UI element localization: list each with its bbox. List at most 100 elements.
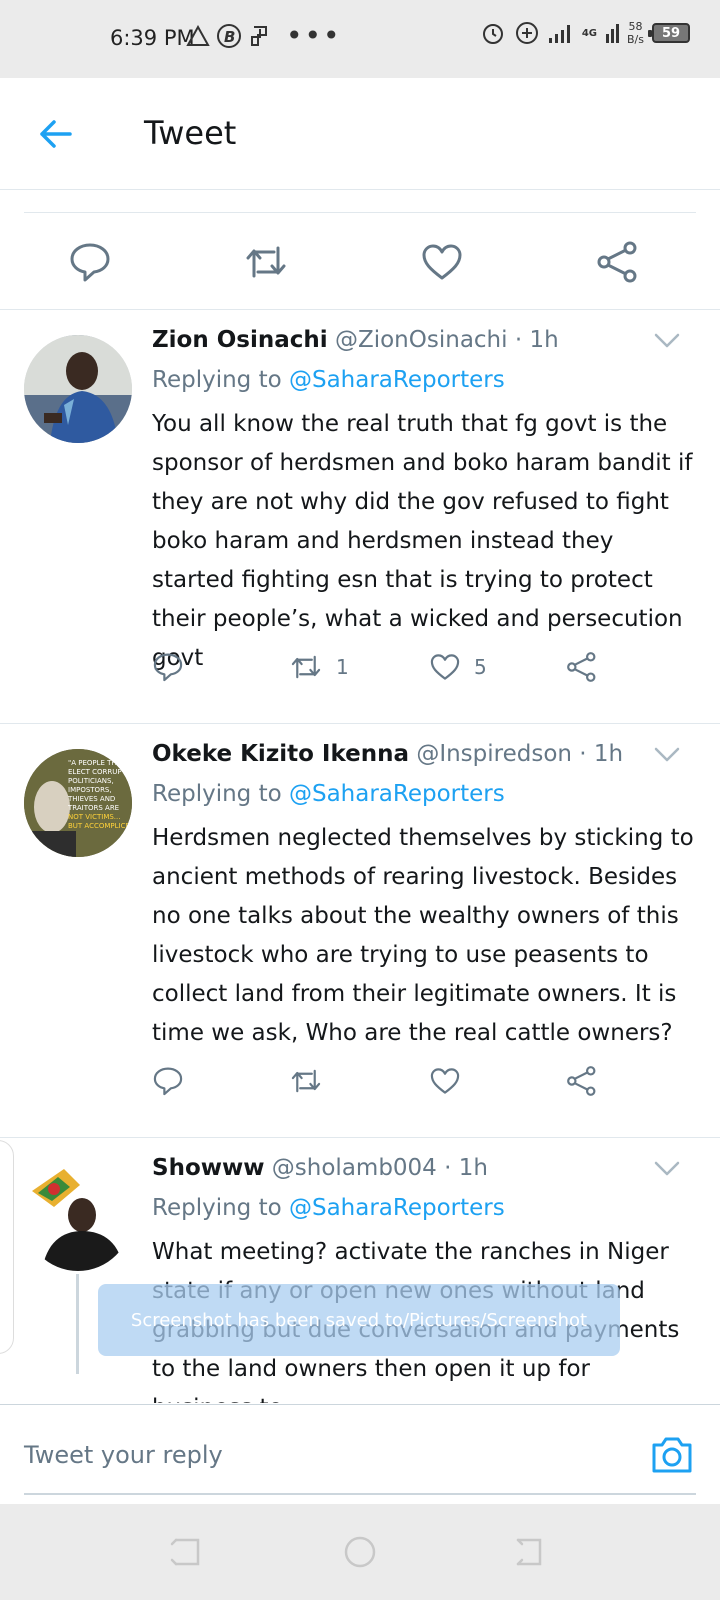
tweet-text: You all know the real truth that fg govt… bbox=[152, 411, 693, 671]
tweet-actions bbox=[152, 1065, 622, 1105]
divider bbox=[24, 212, 696, 213]
replying-to-line: Replying to @SaharaReporters bbox=[152, 367, 505, 393]
retweet-button[interactable] bbox=[288, 1065, 324, 1097]
author-line: Zion Osinachi @ZionOsinachi · 1h bbox=[152, 327, 559, 353]
reply-icon bbox=[153, 1067, 183, 1096]
author-handle: @Inspiredson bbox=[416, 741, 572, 767]
app-notification-icon bbox=[248, 23, 272, 49]
reply-tweet[interactable]: Showww @sholamb004 · 1h Replying to @Sah… bbox=[0, 1139, 720, 1404]
status-bar: 6:39 PM B ••• 4G 58 B/s 59 bbox=[0, 0, 720, 78]
retweet-icon bbox=[291, 655, 321, 679]
chevron-down-icon[interactable] bbox=[654, 747, 680, 763]
toast-message: Screenshot has been saved to/Pictures/Sc… bbox=[130, 1309, 588, 1331]
reply-composer[interactable]: Tweet your reply bbox=[0, 1404, 720, 1504]
top-app-bar: Tweet bbox=[0, 78, 720, 190]
avatar[interactable]: "A PEOPLE THAT ELECT CORRUPT POLITICIANS… bbox=[24, 749, 132, 857]
recent-apps-icon[interactable] bbox=[168, 1534, 204, 1570]
tweet-text: Herdsmen neglected themselves by stickin… bbox=[152, 825, 694, 1046]
status-right-icons: 4G 58 B/s 59 bbox=[480, 20, 690, 46]
author-line: Okeke Kizito Ikenna @Inspiredson · 1h bbox=[152, 741, 623, 767]
signal-icon bbox=[548, 22, 574, 44]
svg-text:ELECT CORRUPT: ELECT CORRUPT bbox=[68, 768, 127, 776]
back-nav-icon[interactable] bbox=[512, 1534, 548, 1570]
reply-button[interactable] bbox=[152, 1065, 184, 1097]
share-icon bbox=[567, 1066, 596, 1096]
reply-input[interactable]: Tweet your reply bbox=[24, 1441, 223, 1469]
share-icon[interactable] bbox=[596, 240, 640, 284]
tweet-actions: 1 5 bbox=[152, 651, 622, 691]
mention-link[interactable]: @SaharaReporters bbox=[289, 367, 505, 393]
retweet-count: 1 bbox=[336, 655, 349, 679]
thread-line bbox=[76, 1274, 79, 1374]
screenshot-toast: Screenshot has been saved to/Pictures/Sc… bbox=[98, 1284, 620, 1356]
retweet-icon[interactable] bbox=[244, 240, 288, 284]
signal-2-icon bbox=[605, 22, 620, 44]
reply-tweet[interactable]: "A PEOPLE THAT ELECT CORRUPT POLITICIANS… bbox=[0, 725, 720, 1138]
svg-text:BUT ACCOMPLICES": BUT ACCOMPLICES" bbox=[68, 822, 132, 830]
net-speed-value: 58 bbox=[628, 20, 643, 33]
reply-button[interactable] bbox=[152, 651, 184, 683]
status-time: 6:39 PM bbox=[110, 26, 195, 50]
author-line: Showww @sholamb004 · 1h bbox=[152, 1155, 488, 1181]
like-icon bbox=[430, 1068, 460, 1094]
warning-icon bbox=[186, 25, 210, 47]
like-count: 5 bbox=[474, 655, 487, 679]
like-button[interactable]: 5 bbox=[428, 651, 487, 683]
avatar[interactable] bbox=[24, 1163, 132, 1271]
author-handle: @sholamb004 bbox=[271, 1155, 437, 1181]
replying-prefix: Replying to bbox=[152, 1195, 282, 1221]
reply-icon bbox=[153, 653, 183, 682]
author-name[interactable]: Zion Osinachi bbox=[152, 327, 328, 353]
tweet-time: · 1h bbox=[579, 741, 624, 767]
more-notifications-icon: ••• bbox=[286, 19, 342, 52]
back-arrow-icon[interactable] bbox=[36, 114, 76, 154]
replying-prefix: Replying to bbox=[152, 367, 282, 393]
page-title: Tweet bbox=[144, 114, 237, 152]
svg-text:THIEVES AND: THIEVES AND bbox=[67, 795, 115, 803]
battery-icon: 59 bbox=[648, 23, 690, 43]
share-button[interactable] bbox=[566, 651, 598, 683]
data-saver-icon bbox=[514, 20, 540, 46]
like-button[interactable] bbox=[428, 1065, 462, 1097]
like-icon bbox=[430, 654, 460, 680]
retweet-icon bbox=[291, 1069, 321, 1093]
mention-link[interactable]: @SaharaReporters bbox=[289, 1195, 505, 1221]
svg-text:TRAITORS ARE: TRAITORS ARE bbox=[67, 804, 119, 812]
share-button[interactable] bbox=[566, 1065, 598, 1097]
retweet-button[interactable]: 1 bbox=[288, 651, 349, 683]
svg-text:IMPOSTORS,: IMPOSTORS, bbox=[68, 786, 112, 794]
mention-link[interactable]: @SaharaReporters bbox=[289, 781, 505, 807]
alarm-icon bbox=[480, 20, 506, 46]
b-circle-icon: B bbox=[216, 23, 242, 49]
net-speed: 58 B/s bbox=[627, 20, 644, 46]
like-icon[interactable] bbox=[420, 240, 464, 284]
author-name[interactable]: Okeke Kizito Ikenna bbox=[152, 741, 409, 767]
replying-to-line: Replying to @SaharaReporters bbox=[152, 1195, 505, 1221]
reply-tweet[interactable]: Zion Osinachi @ZionOsinachi · 1h Replyin… bbox=[0, 311, 720, 724]
chevron-down-icon[interactable] bbox=[654, 333, 680, 349]
chevron-down-icon[interactable] bbox=[654, 1161, 680, 1177]
svg-text:"A PEOPLE THAT: "A PEOPLE THAT bbox=[68, 759, 126, 767]
network-type: 4G bbox=[581, 27, 598, 39]
battery-level: 59 bbox=[661, 25, 681, 41]
input-underline bbox=[24, 1493, 696, 1495]
edge-panel-handle[interactable] bbox=[0, 1140, 14, 1354]
replying-prefix: Replying to bbox=[152, 781, 282, 807]
home-icon[interactable] bbox=[342, 1534, 378, 1570]
main-tweet-actions bbox=[0, 230, 720, 310]
avatar[interactable] bbox=[24, 335, 132, 443]
status-left-icons: B ••• bbox=[186, 22, 342, 50]
svg-text:POLITICIANS,: POLITICIANS, bbox=[68, 777, 114, 785]
tweet-time: · 1h bbox=[444, 1155, 488, 1181]
share-icon bbox=[567, 652, 596, 682]
author-name[interactable]: Showww bbox=[152, 1155, 264, 1181]
tweet-time: · 1h bbox=[514, 327, 559, 353]
net-speed-unit: B/s bbox=[627, 33, 644, 46]
system-nav-bar bbox=[0, 1504, 720, 1600]
camera-icon[interactable] bbox=[650, 1433, 694, 1477]
author-handle: @ZionOsinachi bbox=[334, 327, 508, 353]
reply-icon[interactable] bbox=[68, 240, 112, 284]
svg-text:NOT VICTIMS...: NOT VICTIMS... bbox=[68, 813, 121, 821]
replying-to-line: Replying to @SaharaReporters bbox=[152, 781, 505, 807]
svg-text:B: B bbox=[224, 28, 235, 46]
